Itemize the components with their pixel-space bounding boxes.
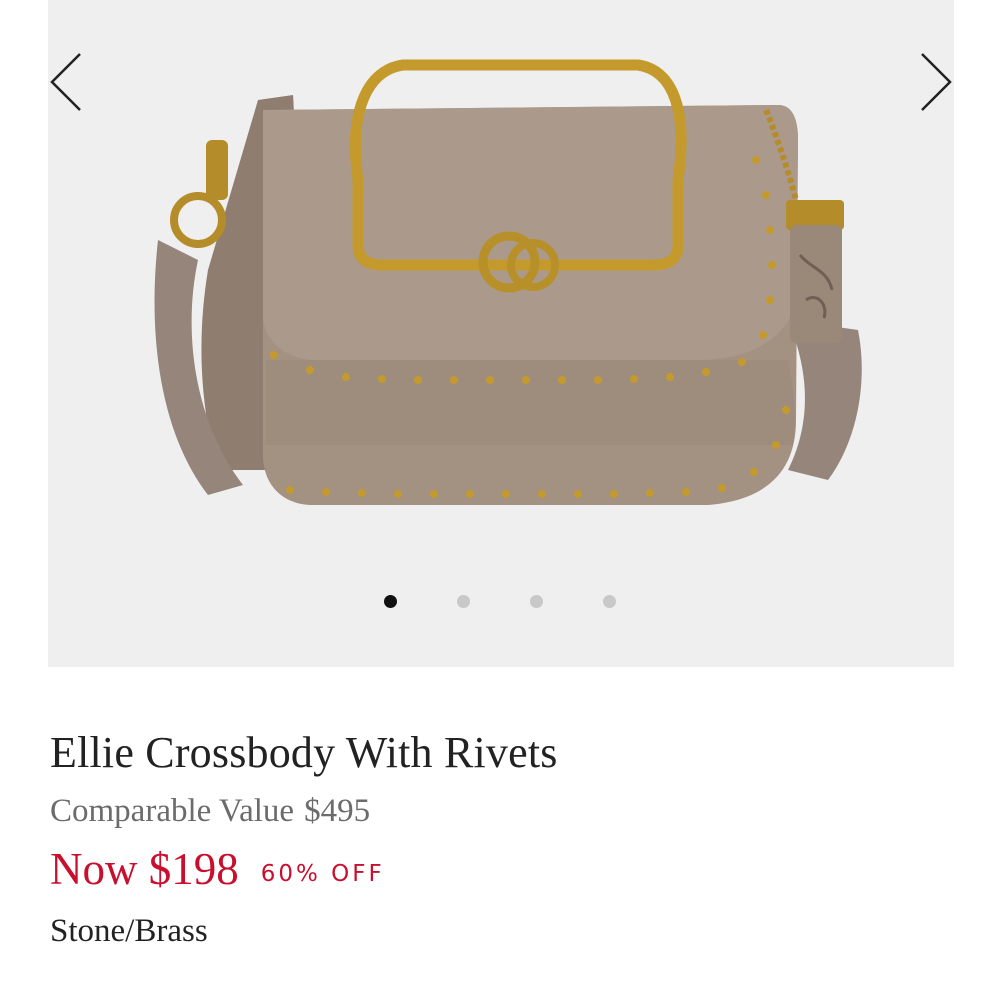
carousel-dot-4[interactable]	[603, 595, 616, 608]
carousel-dot-2[interactable]	[457, 595, 470, 608]
comparable-value: Comparable Value $495	[50, 791, 950, 831]
discount-badge: 60% OFF	[260, 861, 385, 887]
chevron-left-icon	[50, 53, 81, 111]
carousel-pagination	[384, 595, 624, 609]
comparable-value-price: $495	[304, 793, 371, 829]
sale-price: Now $198	[50, 844, 239, 894]
previous-image-button[interactable]	[48, 52, 84, 112]
product-title: Ellie Crossbody With Rivets	[50, 728, 558, 777]
product-color: Stone/Brass	[50, 913, 208, 949]
comparable-value-label: Comparable Value	[50, 793, 295, 829]
product-info: Ellie Crossbody With Rivets Comparable V…	[50, 725, 950, 953]
chevron-right-icon	[921, 53, 952, 111]
carousel-dot-1[interactable]	[384, 595, 397, 608]
carousel-dot-3[interactable]	[530, 595, 543, 608]
next-image-button[interactable]	[918, 52, 954, 112]
sale-price-row: Now $198 60% OFF	[50, 839, 950, 899]
product-image	[154, 59, 862, 505]
product-image-carousel[interactable]	[48, 0, 954, 667]
